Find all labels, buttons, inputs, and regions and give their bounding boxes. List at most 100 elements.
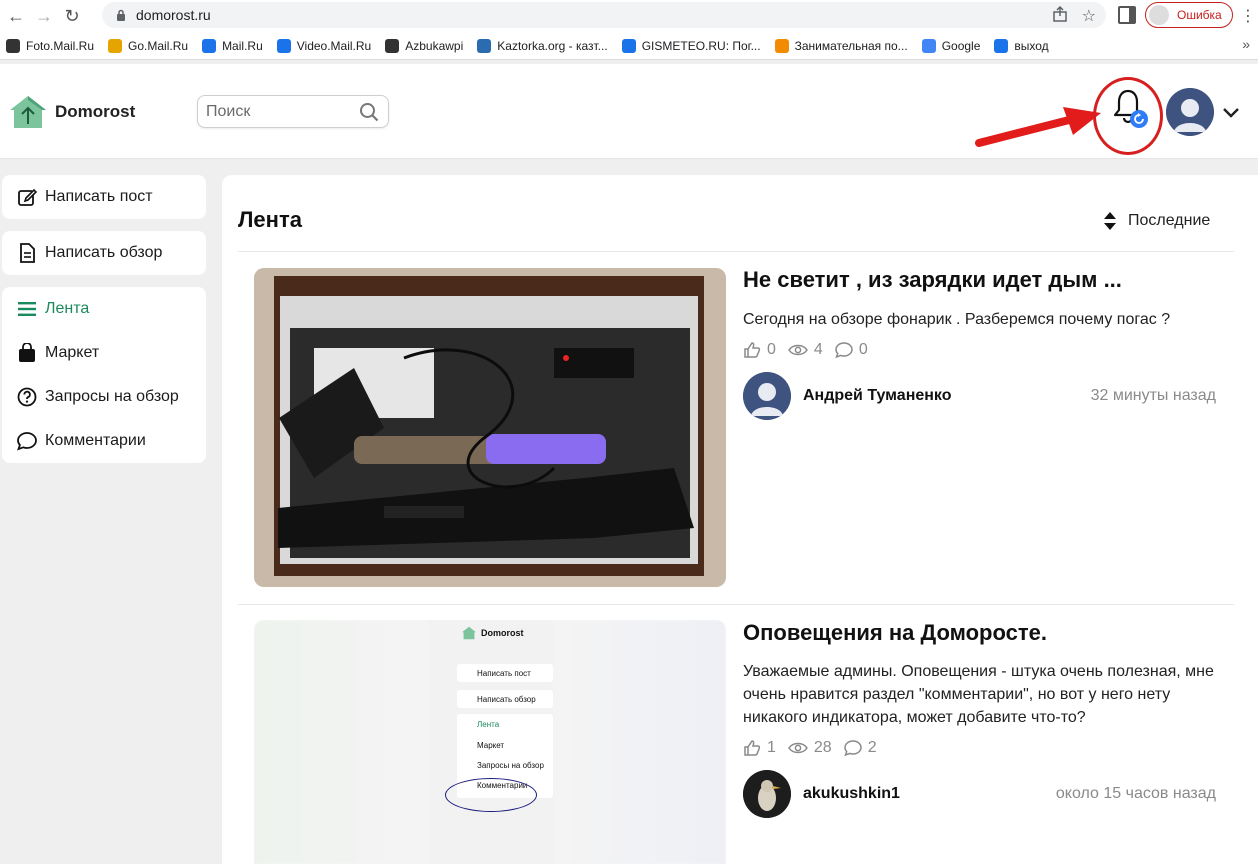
write-post-label: Написать пост <box>45 188 153 205</box>
document-icon <box>16 242 38 264</box>
bookmark-item[interactable]: Azbukawpi <box>385 38 463 53</box>
write-post-button[interactable]: Написать пост <box>2 175 206 219</box>
domorost-logo-icon <box>462 626 476 640</box>
bookmark-item[interactable]: Go.Mail.Ru <box>108 38 188 53</box>
star-icon[interactable]: ☆ <box>1082 6 1096 27</box>
write-review-button[interactable]: Написать обзор <box>2 231 206 275</box>
edit-icon <box>16 186 38 208</box>
lock-icon <box>114 8 128 22</box>
notification-badge[interactable] <box>1130 110 1148 128</box>
comment-icon <box>16 430 38 452</box>
bookmark-label: выход <box>1014 38 1049 53</box>
sidebar-item-label: Запросы на обзор <box>45 388 179 405</box>
at-icon <box>994 38 1009 53</box>
sidebar-item[interactable]: Лента <box>2 287 206 331</box>
bookmark-item[interactable]: выход <box>994 38 1049 53</box>
post-thumbnail[interactable]: Domorost Написать пост Написать обзор Ле… <box>254 620 726 864</box>
post-excerpt[interactable]: Уважаемые админы. Оповещения - штука оче… <box>743 660 1223 729</box>
thumb-annotation-circle <box>445 778 537 812</box>
thumb-item: Написать пост <box>457 664 553 682</box>
video-icon <box>276 38 291 53</box>
camera-icon <box>6 38 20 53</box>
google-icon <box>921 38 936 53</box>
back-icon[interactable]: ← <box>2 2 30 30</box>
address-bar[interactable]: domorost.ru ☆ <box>102 2 1106 28</box>
chevron-down-icon[interactable] <box>1222 106 1240 120</box>
thumb-item: Лента <box>477 720 500 729</box>
author-avatar[interactable] <box>743 372 791 420</box>
sidebar-item[interactable]: Запросы на обзор <box>2 375 206 419</box>
bookmark-label: Foto.Mail.Ru <box>26 38 95 53</box>
search-box[interactable] <box>197 95 389 128</box>
profile-status: Ошибка <box>1177 8 1222 22</box>
post-stats: 0 4 0 <box>743 341 880 359</box>
post-title[interactable]: Не светит , из зарядки идет дым ... <box>743 267 1122 293</box>
flashlight-photo <box>254 268 726 587</box>
sidebar-item[interactable]: Маркет <box>2 331 206 375</box>
drop-icon <box>621 38 636 53</box>
views-stat: 4 <box>788 341 823 359</box>
feed-title: Лента <box>238 207 302 232</box>
bookmark-item[interactable]: GISMETEO.RU: Пог... <box>621 38 761 53</box>
bookmark-item[interactable]: Занимательная по... <box>774 38 908 53</box>
search-icon[interactable] <box>359 102 379 122</box>
bookmarks-overflow-icon[interactable]: » <box>1242 36 1250 52</box>
comments-stat[interactable]: 2 <box>843 739 877 757</box>
comments-count: 2 <box>867 739 877 756</box>
likes-stat[interactable]: 0 <box>743 341 776 359</box>
at-icon <box>202 38 217 53</box>
browser-toolbar: ← → ↻ domorost.ru ☆ Ошибка ⋮ <box>0 0 1258 32</box>
sidebar-nav: Лента Маркет Запросы на обзор Комментарии <box>2 287 206 463</box>
comments-stat[interactable]: 0 <box>835 341 868 359</box>
menu-icon[interactable]: ⋮ <box>1240 6 1256 26</box>
bookmark-item[interactable]: Mail.Ru <box>202 38 263 53</box>
profile-button[interactable]: Ошибка <box>1145 2 1233 28</box>
post-time: 32 минуты назад <box>1090 387 1216 404</box>
bookmark-item[interactable]: Video.Mail.Ru <box>276 38 372 53</box>
side-panel-icon[interactable] <box>1118 6 1136 24</box>
list-icon <box>16 298 38 320</box>
views-stat: 28 <box>788 739 832 757</box>
divider <box>238 251 1234 252</box>
sort-label: Последние <box>1128 212 1211 229</box>
author-name[interactable]: akukushkin1 <box>803 785 900 803</box>
post-excerpt[interactable]: Сегодня на обзоре фонарик . Разберемся п… <box>743 308 1223 331</box>
reload-icon[interactable]: ↻ <box>58 2 86 30</box>
eye-icon <box>788 742 808 754</box>
search-input[interactable] <box>206 102 346 122</box>
comments-count: 0 <box>858 341 868 358</box>
post-thumbnail[interactable] <box>254 268 726 587</box>
bookmark-label: Video.Mail.Ru <box>296 38 372 53</box>
share-icon[interactable] <box>1052 5 1068 27</box>
write-review-card[interactable]: Написать обзор <box>2 231 206 275</box>
likes-stat[interactable]: 1 <box>743 739 776 757</box>
azbuka-icon <box>385 38 400 53</box>
author-name[interactable]: Андрей Туманенко <box>803 387 952 405</box>
author-avatar[interactable] <box>743 770 791 818</box>
bookmark-item[interactable]: Foto.Mail.Ru <box>6 38 95 53</box>
likes-count: 0 <box>767 341 776 358</box>
sidebar-item[interactable]: Комментарии <box>2 419 206 463</box>
bookmark-label: Kaztorka.org - казт... <box>497 38 608 53</box>
bookmark-label: Занимательная по... <box>794 38 908 53</box>
write-post-card[interactable]: Написать пост <box>2 175 206 219</box>
post-stats: 1 28 2 <box>743 739 889 757</box>
chat-icon <box>774 38 789 53</box>
bookmark-label: Google <box>941 38 981 53</box>
user-avatar[interactable] <box>1166 88 1214 136</box>
bookmark-item[interactable]: Google <box>921 38 981 53</box>
bookmark-label: Mail.Ru <box>222 38 263 53</box>
likes-count: 1 <box>767 739 776 756</box>
views-count: 4 <box>813 341 823 358</box>
forward-icon[interactable]: → <box>30 2 58 30</box>
comment-icon <box>843 740 862 757</box>
domorost-logo-icon[interactable] <box>8 94 48 130</box>
bookmark-item[interactable]: Kaztorka.org - казт... <box>477 38 608 53</box>
bookmark-label: GISMETEO.RU: Пог... <box>641 38 761 53</box>
annotation-arrow <box>975 107 1101 147</box>
brand-name[interactable]: Domorost <box>55 102 135 122</box>
post-time: около 15 часов назад <box>1055 785 1216 802</box>
like-icon <box>744 740 761 756</box>
post-title[interactable]: Оповещения на Доморосте. <box>743 620 1047 646</box>
sort-dropdown[interactable]: Последние <box>1100 210 1210 232</box>
